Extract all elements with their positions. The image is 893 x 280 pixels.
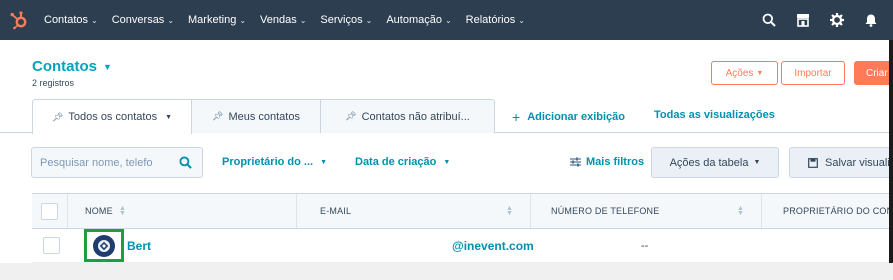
avatar-highlight — [84, 229, 124, 262]
filter-sliders-icon — [570, 157, 581, 167]
nav-item-marketing[interactable]: Marketing ⌄ — [188, 14, 246, 26]
nav-item-relatorios[interactable]: Relatórios ⌄ — [466, 14, 525, 26]
search-input[interactable] — [40, 156, 178, 169]
contact-phone-cell: -- — [641, 229, 648, 263]
pin-icon: 📌︎ — [345, 111, 357, 121]
actions-button[interactable]: Ações ▼ — [711, 61, 778, 85]
chevron-down-icon: ⌄ — [91, 15, 98, 25]
top-navigation-bar: Contatos ⌄ Conversas ⌄ Marketing ⌄ Vendas ⌄ … — [0, 0, 893, 40]
search-icon[interactable] — [179, 156, 192, 172]
caret-down-icon: ▼ — [753, 159, 761, 166]
chevron-down-icon: ⌄ — [365, 15, 373, 25]
chevron-down-icon: ⌄ — [518, 15, 525, 25]
record-count: 2 registros — [32, 78, 75, 88]
caret-down-icon: ▼ — [320, 158, 328, 166]
contact-name-cell: Bert — [127, 229, 151, 263]
window-edge — [889, 40, 893, 263]
search-icon[interactable] — [761, 12, 777, 28]
chevron-down-icon: ⌄ — [167, 15, 175, 25]
table-header: NOME ▲ ▼ E-MAIL ▲ ▼ NÚMERO DE TELEFONE ▲ ▼ … — [32, 193, 893, 229]
notifications-bell-icon[interactable] — [863, 12, 879, 28]
hubspot-logo-icon[interactable] — [8, 9, 30, 31]
pin-icon: 📌︎ — [51, 111, 64, 122]
object-title-dropdown[interactable]: Contatos ▼ — [32, 58, 112, 75]
caret-down-icon: ▼ — [165, 113, 173, 121]
save-view-button[interactable]: Salvar visualiza — [789, 147, 893, 178]
chevron-down-icon: ⌄ — [444, 15, 452, 25]
all-views-link[interactable]: Todas as visualizações — [654, 109, 775, 121]
table-row: Bert @inevent.com -- — [32, 229, 893, 263]
settings-gear-icon[interactable] — [829, 12, 845, 28]
row-select-checkbox[interactable] — [43, 237, 60, 254]
avatar[interactable] — [93, 234, 115, 257]
more-filters-button[interactable]: Mais filtros — [570, 156, 644, 168]
chevron-down-icon: ⌄ — [239, 15, 247, 25]
nav-item-contatos[interactable]: Contatos ⌄ — [44, 14, 98, 26]
contact-email-cell: @inevent.com — [452, 229, 534, 263]
save-disk-icon — [808, 157, 818, 168]
page-bottom-area — [0, 263, 893, 280]
add-view-link[interactable]: + Adicionar exibição — [512, 109, 625, 125]
caret-down-icon: ▼ — [443, 158, 451, 166]
contact-phone-value: -- — [641, 240, 649, 252]
sort-icon[interactable]: ▲ ▼ — [737, 205, 744, 217]
table-actions-button[interactable]: Ações da tabela ▼ — [651, 147, 779, 178]
nav-item-automacao[interactable]: Automação ⌄ — [386, 14, 451, 26]
chevron-down-icon: ⌄ — [299, 15, 307, 25]
sort-icon[interactable]: ▲ ▼ — [119, 205, 126, 217]
tab-unassigned-contacts[interactable]: 📌︎ Contatos não atribuí... — [320, 99, 495, 133]
select-all-checkbox[interactable] — [41, 203, 58, 220]
tab-all-contacts[interactable]: 📌︎ Todos os contatos ▼ — [32, 99, 192, 134]
column-header-email[interactable]: E-MAIL — [320, 194, 351, 228]
plus-icon: + — [512, 109, 521, 125]
column-divider — [296, 194, 297, 228]
caret-down-icon: ▼ — [756, 69, 764, 77]
import-button[interactable]: Importar — [781, 61, 845, 85]
owner-filter-dropdown[interactable]: Proprietário do ... ▼ — [222, 156, 327, 168]
tab-my-contacts[interactable]: 📌︎ Meus contatos — [191, 99, 321, 133]
nav-item-servicos[interactable]: Serviços ⌄ — [320, 14, 372, 26]
sort-icon[interactable]: ▲ ▼ — [506, 205, 513, 217]
created-date-filter-dropdown[interactable]: Data de criação ▼ — [355, 156, 450, 168]
nav-item-vendas[interactable]: Vendas ⌄ — [260, 14, 306, 26]
page-title: Contatos — [32, 58, 97, 75]
contact-email-link[interactable]: @inevent.com — [452, 239, 534, 253]
column-header-phone[interactable]: NÚMERO DE TELEFONE — [551, 194, 659, 228]
create-contact-button[interactable]: Criar c — [854, 61, 893, 85]
column-divider — [67, 194, 68, 228]
caret-down-icon: ▼ — [103, 61, 112, 72]
column-divider — [761, 194, 762, 228]
nav-item-conversas[interactable]: Conversas ⌄ — [112, 14, 174, 26]
column-header-owner[interactable]: PROPRIETÁRIO DO CON — [783, 194, 893, 228]
column-header-name[interactable]: NOME — [85, 194, 113, 228]
contact-name-link[interactable]: Bert — [127, 239, 151, 253]
column-divider — [530, 194, 531, 228]
marketplace-icon[interactable] — [795, 12, 811, 28]
search-box — [31, 147, 203, 178]
pin-icon: 📌︎ — [212, 111, 224, 121]
